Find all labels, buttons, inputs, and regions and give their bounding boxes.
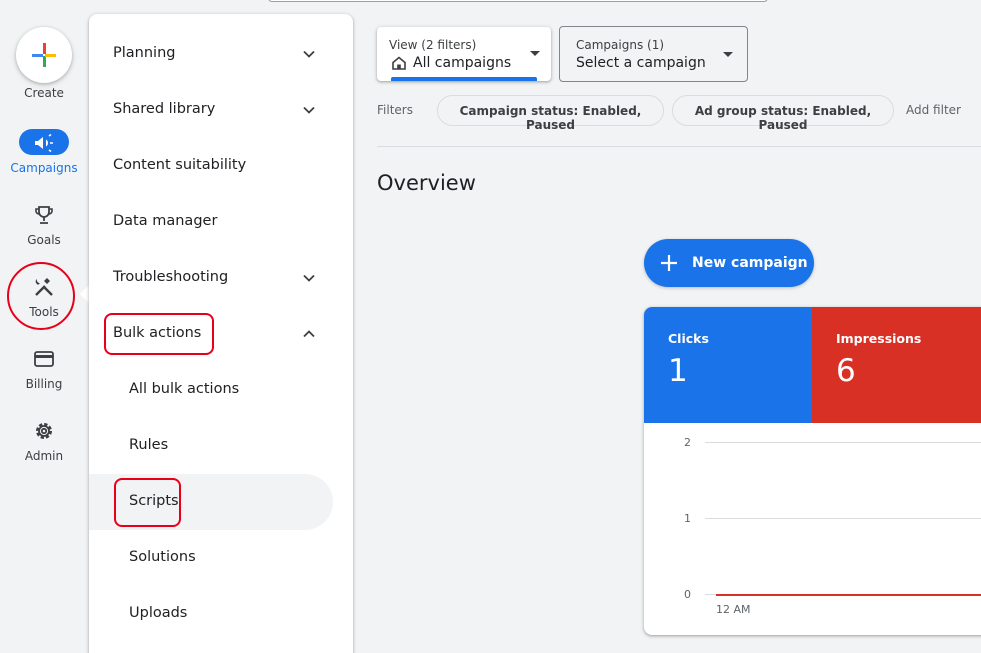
menu-item-label: Content suitability bbox=[113, 157, 247, 173]
create-button[interactable] bbox=[16, 27, 72, 83]
divider bbox=[377, 146, 981, 147]
y-tick-label: 0 bbox=[684, 588, 691, 601]
y-tick-label: 1 bbox=[684, 512, 691, 525]
gridline bbox=[705, 518, 981, 519]
metric-tile-clicks[interactable]: Clicks 1 bbox=[644, 307, 812, 423]
menu-item-shared-library[interactable]: Shared library bbox=[89, 82, 353, 138]
plus-icon bbox=[661, 255, 677, 271]
annotation-circle-tools bbox=[7, 262, 75, 330]
campaign-selector-caption: Campaigns (1) bbox=[576, 38, 665, 52]
plus-icon bbox=[32, 43, 56, 67]
rail-item-label: Admin bbox=[24, 449, 64, 463]
menu-item-label: Rules bbox=[129, 437, 169, 453]
chart-series-line bbox=[716, 594, 981, 596]
gridline bbox=[705, 442, 981, 443]
campaign-selector[interactable]: Campaigns (1) Select a campaign bbox=[559, 26, 748, 82]
rail-item-label: Campaigns bbox=[10, 161, 78, 175]
rail-item-billing[interactable]: Billing bbox=[0, 342, 88, 406]
rail-item-label: Billing bbox=[25, 377, 63, 391]
menu-item-rules[interactable]: Rules bbox=[89, 418, 353, 474]
menu-item-data-manager[interactable]: Data manager bbox=[89, 194, 353, 250]
menu-item-label: Data manager bbox=[113, 213, 218, 229]
metric-name: Clicks bbox=[668, 331, 709, 346]
metric-tile-impressions[interactable]: Impressions 6 bbox=[812, 307, 981, 423]
menu-item-uploads[interactable]: Uploads bbox=[89, 586, 353, 642]
metric-value: 6 bbox=[836, 353, 856, 389]
chevron-down-icon bbox=[303, 50, 315, 58]
rail-item-label: Goals bbox=[27, 233, 61, 247]
caret-down-icon bbox=[530, 51, 540, 56]
menu-item-label: Shared library bbox=[113, 101, 216, 117]
annotation-box-bulk-actions bbox=[104, 313, 214, 355]
new-campaign-button[interactable]: New campaign bbox=[644, 239, 814, 287]
filter-chip-ad-group-status[interactable]: Ad group status: Enabled, Paused bbox=[672, 95, 894, 132]
menu-item-label: Uploads bbox=[129, 605, 188, 621]
menu-item-label: All bulk actions bbox=[129, 381, 240, 397]
metric-value: 1 bbox=[668, 353, 688, 389]
page-title: Overview bbox=[377, 171, 476, 195]
chevron-up-icon bbox=[303, 330, 315, 338]
rail-item-goals[interactable]: Goals bbox=[0, 198, 88, 262]
performance-card: Clicks 1 Impressions 6 2 1 0 12 AM bbox=[644, 307, 981, 635]
gear-icon bbox=[36, 423, 52, 439]
rail-item-campaigns[interactable]: Campaigns bbox=[0, 126, 88, 190]
menu-item-troubleshooting[interactable]: Troubleshooting bbox=[89, 250, 353, 306]
trophy-icon bbox=[35, 206, 53, 224]
filters-label: Filters bbox=[377, 103, 413, 117]
menu-item-content-suitability[interactable]: Content suitability bbox=[89, 138, 353, 194]
annotation-box-scripts bbox=[114, 478, 181, 527]
view-selector-caption: View (2 filters) bbox=[389, 38, 477, 52]
view-selector-underline bbox=[391, 77, 537, 81]
credit-card-icon bbox=[34, 351, 54, 367]
create-label: Create bbox=[24, 86, 64, 100]
menu-item-label: Planning bbox=[113, 45, 176, 61]
menu-item-all-bulk-actions[interactable]: All bulk actions bbox=[89, 362, 353, 418]
megaphone-icon bbox=[35, 133, 53, 153]
menu-item-label: Troubleshooting bbox=[113, 269, 229, 285]
chevron-down-icon bbox=[303, 106, 315, 114]
metric-name: Impressions bbox=[836, 331, 922, 346]
caret-down-icon bbox=[723, 52, 733, 57]
menu-item-solutions[interactable]: Solutions bbox=[89, 530, 353, 586]
filter-chip-campaign-status[interactable]: Campaign status: Enabled, Paused bbox=[437, 95, 664, 132]
campaign-selector-value: Select a campaign bbox=[576, 55, 706, 71]
chevron-down-icon bbox=[303, 274, 315, 282]
new-campaign-label: New campaign bbox=[692, 255, 808, 271]
add-filter-button[interactable]: Add filter bbox=[906, 103, 961, 117]
y-tick-label: 2 bbox=[684, 436, 691, 449]
x-tick-label: 12 AM bbox=[716, 603, 751, 616]
view-selector[interactable]: View (2 filters) All campaigns bbox=[377, 27, 551, 81]
home-icon bbox=[392, 56, 406, 70]
rail-item-admin[interactable]: Admin bbox=[0, 414, 88, 478]
view-selector-value: All campaigns bbox=[413, 55, 512, 71]
menu-item-label: Solutions bbox=[129, 549, 196, 565]
menu-item-planning[interactable]: Planning bbox=[89, 26, 353, 82]
search-bar[interactable] bbox=[268, 0, 768, 2]
